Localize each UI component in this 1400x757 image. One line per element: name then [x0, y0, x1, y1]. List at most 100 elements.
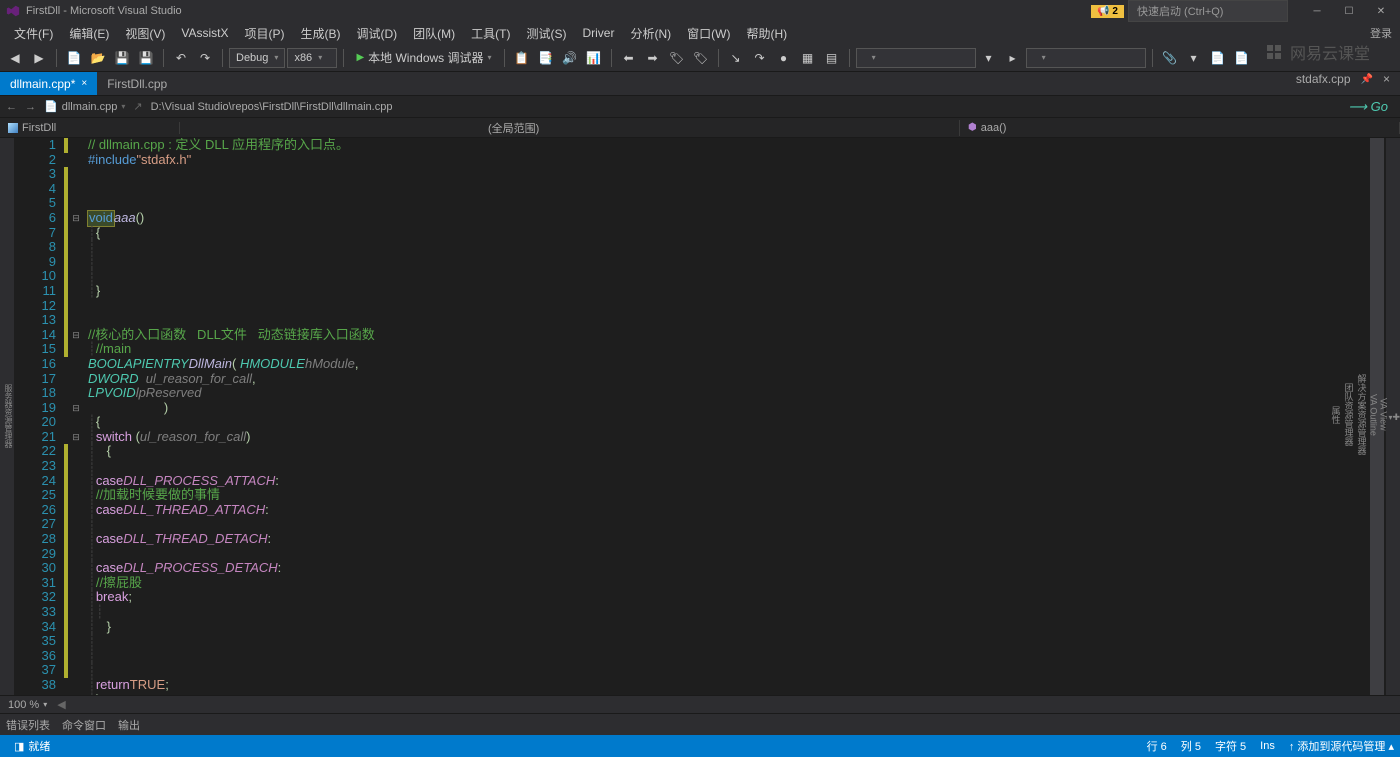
notification-badge[interactable]: 📢 2 [1091, 5, 1124, 18]
step-into-button[interactable]: ↘ [725, 47, 747, 69]
toolbar-btn-8[interactable]: 🏷 [690, 47, 712, 69]
menu-工具(T)[interactable]: 工具(T) [463, 23, 518, 44]
main-toolbar: ◀ ▶ 📄 📂 💾 💾 ↶ ↷ Debug x86 ▶ 本地 Windows 调… [0, 44, 1400, 72]
vs-logo-icon [6, 4, 20, 18]
split-button[interactable]: ✚ [1392, 412, 1400, 423]
window-title: FirstDll - Microsoft Visual Studio [26, 5, 182, 17]
nav-back-button[interactable]: ◀ [4, 47, 26, 69]
project-combo[interactable]: FirstDll [0, 122, 180, 134]
status-col: 列 5 [1181, 738, 1201, 754]
menu-文件(F)[interactable]: 文件(F) [6, 23, 61, 44]
toolbar-btn-6[interactable]: ➡ [642, 47, 664, 69]
toolbar-btn-16[interactable]: 📄 [1231, 47, 1253, 69]
toolbar-btn-11[interactable]: ▾ [978, 47, 1000, 69]
new-file-button[interactable]: 📄 [63, 47, 85, 69]
play-icon: ▶ [356, 52, 364, 63]
nav-fwd-button[interactable]: ▶ [28, 47, 50, 69]
maximize-button[interactable]: ☐ [1334, 1, 1364, 21]
line-gutter: 1234567891011121314151617181920212223242… [14, 138, 64, 695]
menu-团队(M)[interactable]: 团队(M) [405, 23, 463, 44]
toolbar-btn-10[interactable]: ▤ [821, 47, 843, 69]
file-path: D:\Visual Studio\repos\FirstDll\FirstDll… [151, 101, 393, 113]
toolbar-btn-4[interactable]: 📊 [583, 47, 605, 69]
function-icon: ⬢ [968, 122, 977, 133]
menu-项目(P)[interactable]: 项目(P) [236, 23, 292, 44]
menu-分析(N)[interactable]: 分析(N) [622, 23, 679, 44]
toolbar-btn-15[interactable]: 📄 [1207, 47, 1229, 69]
redo-button[interactable]: ↷ [194, 47, 216, 69]
code-editor[interactable]: 1234567891011121314151617181920212223242… [14, 138, 1400, 695]
tab-dllmain.cpp*[interactable]: dllmain.cpp* × [0, 72, 97, 95]
menu-编辑(E)[interactable]: 编辑(E) [61, 23, 117, 44]
tool-VA View[interactable]: VA View [1378, 398, 1388, 431]
toolbar-btn-7[interactable]: 🏷 [666, 47, 688, 69]
status-char: 字符 5 [1215, 738, 1246, 754]
title-bar: FirstDll - Microsoft Visual Studio 📢 2 快… [0, 0, 1400, 22]
editor-tab-strip: dllmain.cpp* ×FirstDll.cpp stdafx.cpp 📌 … [0, 72, 1400, 96]
va-go-button[interactable]: ⟶ Go [1348, 99, 1394, 115]
menu-Driver[interactable]: Driver [574, 24, 622, 42]
bottom-tab-输出[interactable]: 输出 [118, 717, 140, 733]
close-button[interactable]: ✕ [1366, 1, 1396, 21]
zoom-level[interactable]: 100 % [8, 699, 39, 711]
fold-column[interactable]: ⊟⊟⊟⊟ [68, 138, 84, 695]
menu-窗口(W)[interactable]: 窗口(W) [679, 23, 738, 44]
toolbar-btn-13[interactable]: 📎 [1159, 47, 1181, 69]
toolbar-btn-1[interactable]: 📋 [511, 47, 533, 69]
file-combo[interactable]: 📄 dllmain.cpp [44, 100, 125, 113]
breakpoint-button[interactable]: ● [773, 47, 795, 69]
scope-combo[interactable]: (全局范围) [180, 120, 960, 136]
menu-生成(B)[interactable]: 生成(B) [292, 23, 348, 44]
right-tool-rail[interactable]: ✚ ▾ VA ViewVA Outline解决方案资源管理器团队资源管理器属性 [1386, 138, 1400, 695]
dropdown-icon[interactable]: ▾ [1388, 413, 1392, 422]
tool-团队资源管理器[interactable]: 团队资源管理器 [1342, 383, 1355, 446]
open-file-button[interactable]: 📂 [87, 47, 109, 69]
source-control-button[interactable]: ↑ 添加到源代码管理 ▴ [1289, 738, 1394, 754]
left-tool-rail[interactable]: 服务器资源管理器工具箱 [0, 138, 14, 695]
bottom-tab-错误列表[interactable]: 错误列表 [6, 717, 50, 733]
config-combo[interactable]: Debug [229, 48, 285, 68]
menu-帮助(H)[interactable]: 帮助(H) [738, 23, 795, 44]
save-all-button[interactable]: 💾 [135, 47, 157, 69]
platform-combo[interactable]: x86 [287, 48, 337, 68]
tool-VA Outline[interactable]: VA Outline [1368, 394, 1378, 436]
toolbar-btn-9[interactable]: ▦ [797, 47, 819, 69]
undo-button[interactable]: ↶ [170, 47, 192, 69]
menu-测试(S)[interactable]: 测试(S) [518, 23, 574, 44]
tool-属性[interactable]: 属性 [1329, 406, 1342, 424]
menu-bar: 文件(F)编辑(E)视图(V)VAssistX项目(P)生成(B)调试(D)团队… [0, 22, 1400, 44]
quick-launch-input[interactable]: 快速启动 (Ctrl+Q) [1128, 0, 1288, 22]
tab-close-icon[interactable]: × [1383, 72, 1390, 86]
toolbar-btn-5[interactable]: ⬅ [618, 47, 640, 69]
toolbar-combo-1[interactable] [856, 48, 976, 68]
toolbar-combo-2[interactable] [1026, 48, 1146, 68]
status-bar: ◨就绪 行 6 列 5 字符 5 Ins ↑ 添加到源代码管理 ▴ [0, 735, 1400, 757]
toolbar-btn-2[interactable]: 📑 [535, 47, 557, 69]
tab-FirstDll.cpp[interactable]: FirstDll.cpp [97, 72, 177, 95]
start-debug-button[interactable]: ▶ 本地 Windows 调试器 ▾ [350, 47, 497, 69]
context-bar: FirstDll (全局范围) ⬢ aaa() [0, 118, 1400, 138]
menu-VAssistX[interactable]: VAssistX [173, 24, 236, 42]
bottom-tab-命令窗口[interactable]: 命令窗口 [62, 717, 106, 733]
main-area: 服务器资源管理器工具箱 1234567891011121314151617181… [0, 138, 1400, 695]
project-icon [8, 123, 18, 133]
right-document-tab[interactable]: stdafx.cpp [1296, 72, 1351, 86]
toolbar-btn-14[interactable]: ▾ [1183, 47, 1205, 69]
member-combo[interactable]: ⬢ aaa() [960, 122, 1400, 134]
save-button[interactable]: 💾 [111, 47, 133, 69]
login-link[interactable]: 登录 [1370, 25, 1392, 41]
minimize-button[interactable]: ─ [1302, 1, 1332, 21]
toolbar-btn-12[interactable]: ▸ [1002, 47, 1024, 69]
status-line: 行 6 [1147, 738, 1167, 754]
tool-解决方案资源管理器[interactable]: 解决方案资源管理器 [1355, 374, 1368, 455]
va-nav-bar: ← → 📄 dllmain.cpp ↗ D:\Visual Studio\rep… [0, 96, 1400, 118]
tab-pin-icon[interactable]: 📌 [1361, 74, 1373, 85]
code-content[interactable]: // dllmain.cpp : 定义 DLL 应用程序的入口点。#includ… [84, 138, 1400, 695]
step-over-button[interactable]: ↷ [749, 47, 771, 69]
bottom-panel-tabs: 错误列表命令窗口输出 [0, 713, 1400, 735]
tab-close-icon[interactable]: × [81, 78, 87, 89]
menu-视图(V)[interactable]: 视图(V) [117, 23, 173, 44]
tool-服务器资源管理器[interactable]: 服务器资源管理器 [3, 384, 14, 448]
menu-调试(D)[interactable]: 调试(D) [348, 23, 405, 44]
toolbar-btn-3[interactable]: 🔊 [559, 47, 581, 69]
